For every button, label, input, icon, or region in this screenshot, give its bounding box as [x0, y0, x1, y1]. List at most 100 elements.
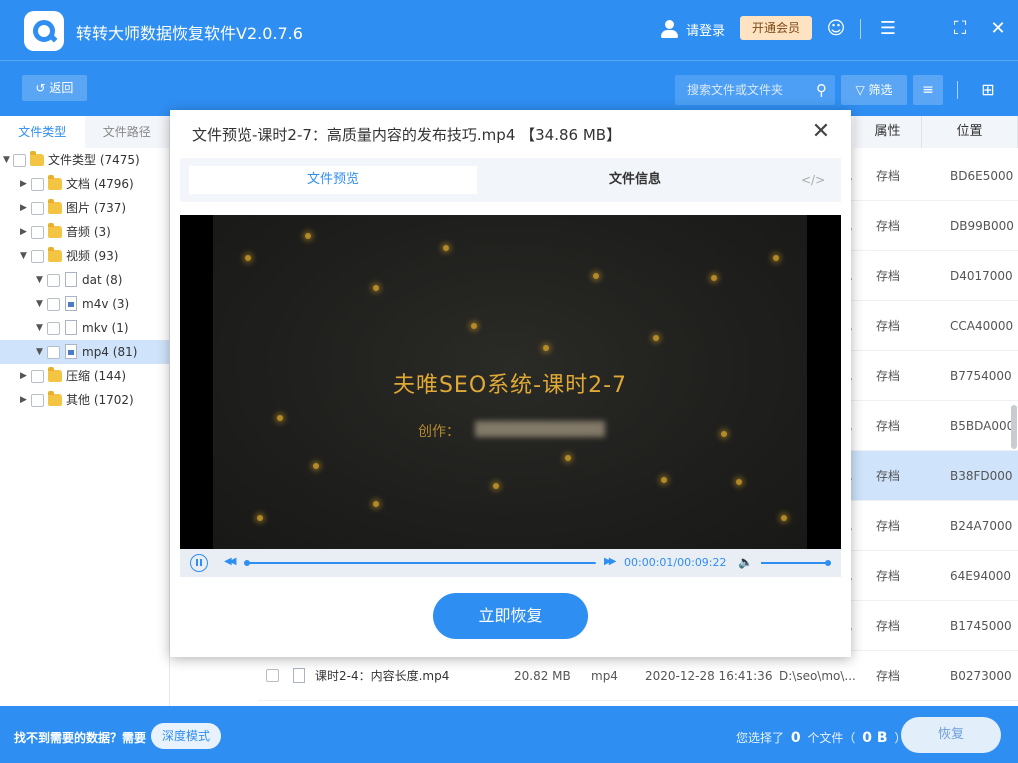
sparkle — [443, 245, 449, 251]
location-cell: B24A7000 — [950, 519, 1013, 533]
close-window-icon[interactable]: ✕ — [986, 17, 1010, 41]
dialog-title: 文件预览-课时2-7：高质量内容的发布技巧.mp4 【34.86 MB】 — [192, 126, 622, 144]
tree-item-video[interactable]: ▼ 视频 (93) — [0, 244, 169, 268]
maximize-icon[interactable]: ⛶ — [948, 17, 972, 41]
attribute-cell: 存档 — [876, 369, 901, 383]
recover-button[interactable]: 恢复 — [901, 717, 1001, 753]
path-cell: D:\seo\mo\... — [779, 669, 856, 683]
tree-item-other[interactable]: ▶ 其他 (1702) — [0, 388, 169, 412]
deep-mode-button[interactable]: 深度模式 — [151, 723, 221, 749]
tree-item-audio[interactable]: ▶ 音频 (3) — [0, 220, 169, 244]
table-scrollbar[interactable] — [1011, 405, 1017, 449]
file-tree: ▼ 文件类型 (7475) ▶ 文档 (4796) ▶ 图片 (737) ▶ 音… — [0, 148, 169, 412]
table-row[interactable]: 课时2-4：内容长度.mp4 20.82 MB mp4 2020-12-28 1… — [258, 651, 1018, 701]
location-cell: B0273000 — [950, 669, 1012, 683]
volume-handle[interactable] — [825, 560, 831, 566]
location-cell: D4017000 — [950, 269, 1013, 283]
back-label: 返回 — [49, 81, 74, 95]
header-location[interactable]: 位置 — [922, 116, 1018, 148]
attribute-cell: 存档 — [876, 519, 901, 533]
pause-icon[interactable] — [190, 554, 208, 572]
tree-item-m4v[interactable]: ▼ m4v (3) — [0, 292, 169, 316]
folder-icon — [48, 199, 62, 214]
expand-arrow-icon[interactable]: ▼ — [36, 340, 46, 364]
login-label: 请登录 — [686, 23, 726, 39]
checkbox[interactable] — [47, 298, 60, 311]
recover-now-button[interactable]: 立即恢复 — [433, 593, 588, 639]
tree-item-mkv[interactable]: ▼ mkv (1) — [0, 316, 169, 340]
expand-arrow-icon[interactable]: ▶ — [20, 196, 30, 220]
volume-slider[interactable] — [761, 560, 831, 566]
filter-button[interactable]: ▽ 筛选 — [841, 75, 907, 105]
toolbar-divider — [957, 81, 958, 99]
expand-arrow-icon[interactable]: ▼ — [36, 292, 46, 316]
selection-info: 您选择了 0 个文件（ 0 B ） — [736, 729, 906, 746]
search-icon[interactable]: ⚲ — [816, 75, 827, 105]
header-attribute[interactable]: 属性 — [854, 116, 922, 148]
volume-icon[interactable]: 🔈 — [738, 555, 753, 569]
location-cell: DB99B000 — [950, 219, 1014, 233]
progress-handle[interactable] — [244, 560, 250, 566]
tree-item-archives[interactable]: ▶ 压缩 (144) — [0, 364, 169, 388]
sparkle — [736, 479, 742, 485]
expand-arrow-icon[interactable]: ▼ — [3, 148, 13, 172]
checkbox[interactable] — [31, 250, 44, 263]
video-frame: 夫唯SEO系统-课时2-7 创作： — [213, 215, 807, 549]
tab-file-preview[interactable]: 文件预览 — [189, 166, 477, 194]
type-cell: mp4 — [591, 669, 618, 683]
checkbox[interactable] — [31, 370, 44, 383]
file-icon — [65, 320, 77, 335]
checkbox[interactable] — [31, 178, 44, 191]
location-cell: B5BDA000 — [950, 419, 1015, 433]
tree-item-documents[interactable]: ▶ 文档 (4796) — [0, 172, 169, 196]
tree-label: mkv (1) — [82, 321, 129, 335]
expand-arrow-icon[interactable]: ▶ — [20, 388, 30, 412]
row-checkbox[interactable] — [266, 669, 279, 682]
tab-file-path[interactable]: 文件路径 — [85, 116, 170, 148]
back-button[interactable]: ↺ 返回 — [22, 75, 87, 101]
video-player[interactable]: 夫唯SEO系统-课时2-7 创作： — [180, 215, 841, 549]
tab-file-info[interactable]: 文件信息 — [530, 166, 740, 194]
search-input[interactable]: 搜索文件或文件夹 ⚲ — [675, 75, 835, 105]
vip-button[interactable]: 开通会员 — [740, 16, 812, 40]
checkbox[interactable] — [47, 346, 60, 359]
grid-view-icon[interactable]: ⊞ — [973, 75, 1003, 105]
attribute-cell: 存档 — [876, 569, 901, 583]
expand-arrow-icon[interactable]: ▼ — [36, 316, 46, 340]
expand-arrow-icon[interactable]: ▼ — [36, 268, 46, 292]
user-icon — [660, 19, 680, 39]
expand-arrow-icon[interactable]: ▼ — [20, 244, 30, 268]
folder-icon — [30, 151, 44, 166]
sparkle — [781, 515, 787, 521]
tree-item-all[interactable]: ▼ 文件类型 (7475) — [0, 148, 169, 172]
checkbox[interactable] — [47, 322, 60, 335]
checkbox[interactable] — [31, 394, 44, 407]
list-view-icon[interactable]: ≡ — [913, 75, 943, 105]
tree-item-images[interactable]: ▶ 图片 (737) — [0, 196, 169, 220]
expand-arrow-icon[interactable]: ▶ — [20, 220, 30, 244]
close-icon[interactable]: ✕ — [809, 120, 833, 144]
progress-bar[interactable] — [244, 560, 596, 566]
search-placeholder: 搜索文件或文件夹 — [687, 83, 784, 97]
tree-label: dat (8) — [82, 273, 123, 287]
support-icon[interactable]: ☺ — [824, 17, 848, 41]
tree-label: 文件类型 (7475) — [48, 153, 140, 167]
selection-prefix: 您选择了 — [736, 731, 785, 745]
rewind-icon[interactable]: ◀◀ — [224, 556, 237, 567]
login-button[interactable]: 请登录 — [660, 18, 725, 40]
tab-file-type[interactable]: 文件类型 — [0, 116, 85, 148]
checkbox[interactable] — [13, 154, 26, 167]
video-title-text: 夫唯SEO系统-课时2-7 — [392, 373, 628, 398]
menu-icon[interactable]: ☰ — [876, 17, 900, 41]
checkbox[interactable] — [47, 274, 60, 287]
expand-arrow-icon[interactable]: ▶ — [20, 172, 30, 196]
tree-item-mp4[interactable]: ▼ mp4 (81) — [0, 340, 169, 364]
expand-arrow-icon[interactable]: ▶ — [20, 364, 30, 388]
folder-icon — [48, 367, 62, 382]
checkbox[interactable] — [31, 226, 44, 239]
tree-item-dat[interactable]: ▼ dat (8) — [0, 268, 169, 292]
tree-label: mp4 (81) — [82, 345, 138, 359]
code-icon[interactable]: </> — [801, 166, 825, 194]
checkbox[interactable] — [31, 202, 44, 215]
fast-forward-icon[interactable]: ▶▶ — [604, 556, 617, 567]
